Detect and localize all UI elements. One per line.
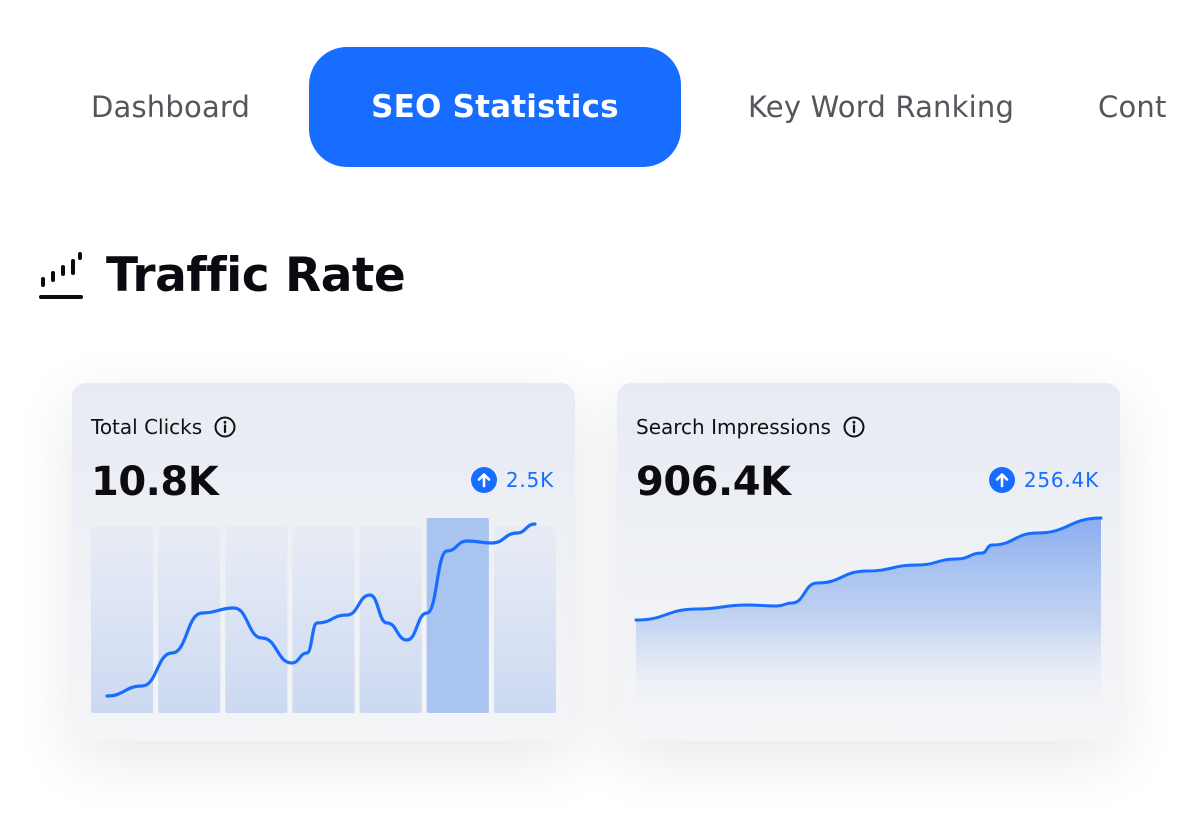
- card-label: Search Impressions: [636, 415, 865, 439]
- bar: [359, 526, 422, 713]
- impressions-area: [636, 518, 1101, 713]
- tab-seo-statistics[interactable]: SEO Statistics: [309, 47, 681, 167]
- total-clicks-delta: 2.5K: [505, 468, 554, 492]
- tab-key-word-ranking[interactable]: Key Word Ranking: [748, 47, 1014, 167]
- total-clicks-label: Total Clicks: [91, 415, 203, 439]
- section-header: Traffic Rate: [38, 240, 406, 310]
- total-clicks-value: 10.8K: [91, 459, 219, 505]
- tab-content[interactable]: Cont: [1098, 47, 1167, 167]
- tab-bar: Dashboard SEO Statistics Key Word Rankin…: [0, 0, 1191, 210]
- search-impressions-delta: 256.4K: [1023, 468, 1099, 492]
- section-title: Traffic Rate: [106, 247, 406, 303]
- info-icon[interactable]: [843, 416, 865, 438]
- bar-signal-icon: [39, 252, 83, 299]
- delta-badge: 256.4K: [988, 467, 1099, 493]
- search-impressions-label: Search Impressions: [636, 415, 831, 439]
- search-impressions-value: 906.4K: [636, 459, 791, 505]
- delta-badge: 2.5K: [470, 467, 554, 493]
- bar: [493, 526, 556, 713]
- bar: [292, 526, 355, 713]
- card-label: Total Clicks: [91, 415, 236, 439]
- tab-dashboard[interactable]: Dashboard: [91, 47, 250, 167]
- info-icon[interactable]: [214, 416, 236, 438]
- search-impressions-card[interactable]: Search Impressions 906.4K 256.4K: [617, 383, 1120, 741]
- arrow-up-circle-icon: [470, 467, 497, 493]
- bar: [225, 526, 288, 713]
- arrow-up-circle-icon: [988, 467, 1015, 493]
- total-clicks-card[interactable]: Total Clicks 10.8K 2.5K: [72, 383, 575, 741]
- bar: [158, 526, 221, 713]
